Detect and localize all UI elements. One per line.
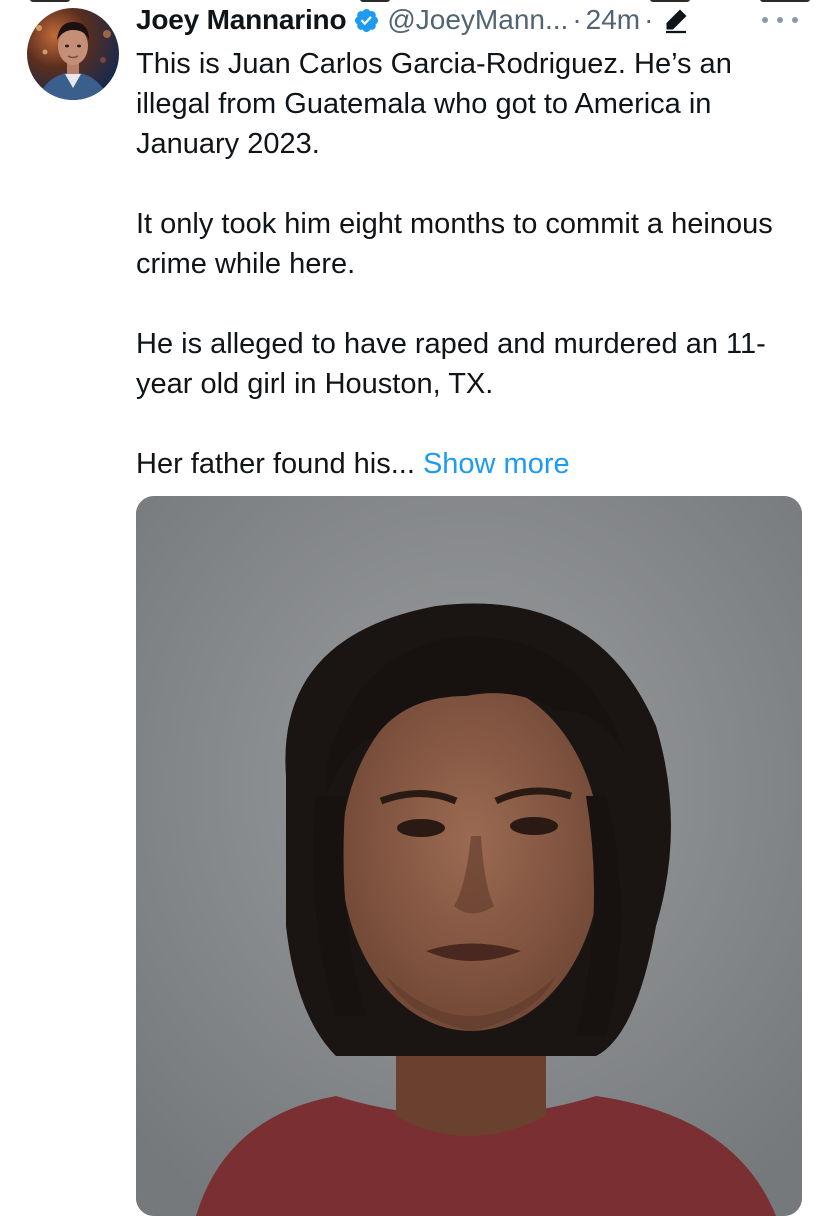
tweet-paragraph-truncated: Her father found his... Show more	[136, 444, 806, 484]
separator-dot: ·	[572, 4, 582, 35]
tweet-paragraph: He is alleged to have raped and murdered…	[136, 328, 766, 400]
tweet-header: Joey Mannarino @JoeyMann... · 24m ·	[136, 2, 826, 38]
show-more-link[interactable]: Show more	[423, 448, 570, 480]
author-display-name[interactable]: Joey Mannarino	[136, 4, 347, 36]
tweet-timestamp[interactable]: 24m	[586, 4, 640, 36]
tweet-paragraph: It only took him eight months to commit …	[136, 208, 773, 280]
separator-dot: ·	[644, 4, 654, 35]
truncated-text: Her father found his...	[136, 448, 415, 480]
more-options-icon[interactable]	[762, 10, 798, 30]
pencil-icon[interactable]	[661, 5, 691, 35]
tweet-media-photo[interactable]	[136, 496, 802, 1216]
author-handle[interactable]: @JoeyMann...	[387, 4, 568, 36]
tweet-body: This is Juan Carlos Garcia-Rodriguez. He…	[136, 44, 806, 484]
verified-badge-icon	[353, 7, 380, 34]
author-avatar[interactable]	[27, 8, 119, 100]
tweet-paragraph: This is Juan Carlos Garcia-Rodriguez. He…	[136, 48, 732, 160]
